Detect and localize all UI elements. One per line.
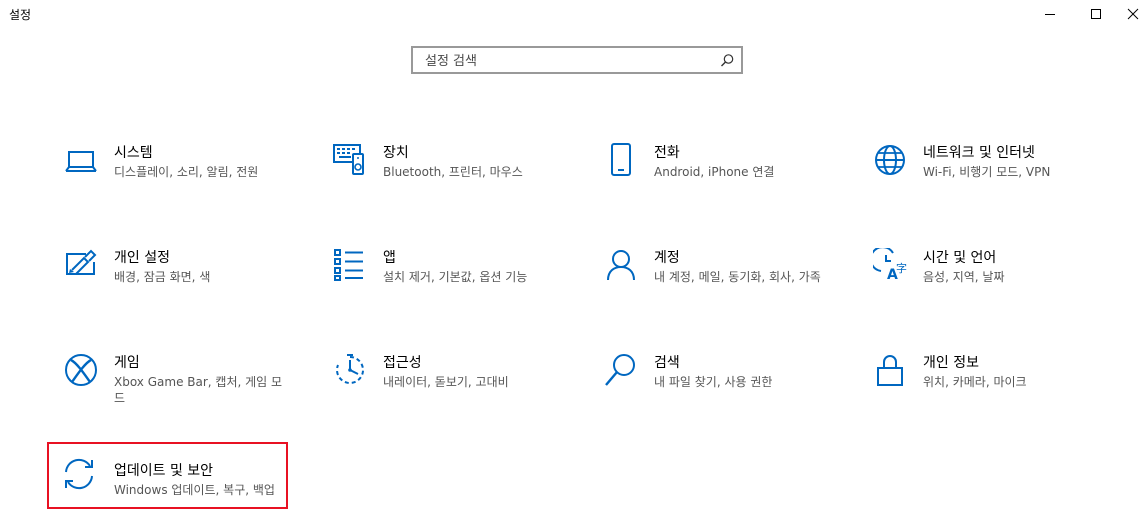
- tile-title: 시간 및 언어: [923, 250, 997, 266]
- tile-phone[interactable]: 전화 Android, iPhone 연결: [592, 141, 832, 227]
- tile-description: Xbox Game Bar, 캡처, 게임 모드: [114, 375, 283, 405]
- xbox-icon: [64, 353, 98, 387]
- sync-icon: [62, 457, 96, 491]
- tile-description: 내레이터, 돋보기, 고대비: [383, 375, 509, 389]
- tile-title: 개인 정보: [923, 355, 979, 371]
- globe-icon: [873, 143, 907, 177]
- search-input[interactable]: [423, 51, 717, 71]
- personalization-icon: [64, 248, 98, 282]
- laptop-icon: [64, 143, 98, 177]
- tile-title: 전화: [654, 145, 680, 161]
- tile-system[interactable]: 시스템 디스플레이, 소리, 알림, 전원: [52, 141, 292, 227]
- settings-search-box[interactable]: [411, 46, 743, 74]
- search-button[interactable]: [718, 52, 736, 70]
- svg-text:字: 字: [896, 261, 907, 275]
- maximize-icon: [1091, 9, 1101, 19]
- tile-title: 접근성: [383, 355, 422, 371]
- tile-description: Windows 업데이트, 복구, 백업: [114, 483, 275, 497]
- tile-description: 위치, 카메라, 마이크: [923, 375, 1027, 389]
- tile-title: 장치: [383, 145, 409, 161]
- tile-privacy[interactable]: 개인 정보 위치, 카메라, 마이크: [861, 351, 1101, 437]
- tile-title: 게임: [114, 355, 140, 371]
- tile-title: 계정: [654, 250, 680, 266]
- time-language-icon: A 字: [873, 248, 907, 282]
- magnifier-icon: [604, 353, 638, 387]
- tile-accounts[interactable]: 계정 내 계정, 메일, 동기화, 회사, 가족: [592, 246, 832, 332]
- tile-title: 개인 설정: [114, 250, 170, 266]
- tile-title: 앱: [383, 250, 396, 266]
- tile-description: Bluetooth, 프린터, 마우스: [383, 165, 523, 179]
- tile-description: 내 계정, 메일, 동기화, 회사, 가족: [654, 270, 821, 284]
- person-icon: [604, 248, 638, 282]
- tile-search[interactable]: 검색 내 파일 찾기, 사용 권한: [592, 351, 832, 437]
- tile-personalization[interactable]: 개인 설정 배경, 잠금 화면, 색: [52, 246, 292, 332]
- tile-description: 배경, 잠금 화면, 색: [114, 270, 211, 284]
- tile-description: 디스플레이, 소리, 알림, 전원: [114, 165, 259, 179]
- tile-description: 설치 제거, 기본값, 옵션 기능: [383, 270, 528, 284]
- minimize-icon: [1045, 14, 1055, 15]
- lock-icon: [873, 353, 907, 387]
- tile-title: 업데이트 및 보안: [114, 463, 214, 479]
- tile-accessibility[interactable]: 접근성 내레이터, 돋보기, 고대비: [321, 351, 561, 437]
- window-title: 설정: [9, 8, 32, 22]
- tile-description: 내 파일 찾기, 사용 권한: [654, 375, 773, 389]
- tile-devices[interactable]: 장치 Bluetooth, 프린터, 마우스: [321, 141, 561, 227]
- apps-list-icon: [333, 248, 367, 282]
- devices-icon: [333, 143, 367, 177]
- title-bar: 설정: [0, 0, 1147, 28]
- tile-description: 음성, 지역, 날짜: [923, 270, 1005, 284]
- tile-title: 네트워크 및 인터넷: [923, 145, 1035, 161]
- search-icon: [721, 54, 734, 67]
- close-icon: [1127, 8, 1139, 20]
- tile-time-language[interactable]: A 字 시간 및 언어 음성, 지역, 날짜: [861, 246, 1101, 332]
- tile-gaming[interactable]: 게임 Xbox Game Bar, 캡처, 게임 모드: [52, 351, 292, 437]
- settings-window: 설정 시스템 디스플레이, 소리, 알림, 전: [0, 0, 1147, 511]
- maximize-button[interactable]: [1073, 0, 1119, 28]
- tile-title: 검색: [654, 355, 680, 371]
- tile-title: 시스템: [114, 145, 153, 161]
- tile-update-security[interactable]: 업데이트 및 보안 Windows 업데이트, 복구, 백업: [47, 442, 288, 509]
- tile-apps[interactable]: 앱 설치 제거, 기본값, 옵션 기능: [321, 246, 561, 332]
- close-button[interactable]: [1119, 0, 1147, 28]
- minimize-button[interactable]: [1027, 0, 1073, 28]
- accessibility-timer-icon: [333, 353, 367, 387]
- tile-description: Android, iPhone 연결: [654, 165, 775, 179]
- tile-network[interactable]: 네트워크 및 인터넷 Wi-Fi, 비행기 모드, VPN: [861, 141, 1101, 227]
- tile-description: Wi-Fi, 비행기 모드, VPN: [923, 165, 1051, 179]
- phone-icon: [604, 143, 638, 177]
